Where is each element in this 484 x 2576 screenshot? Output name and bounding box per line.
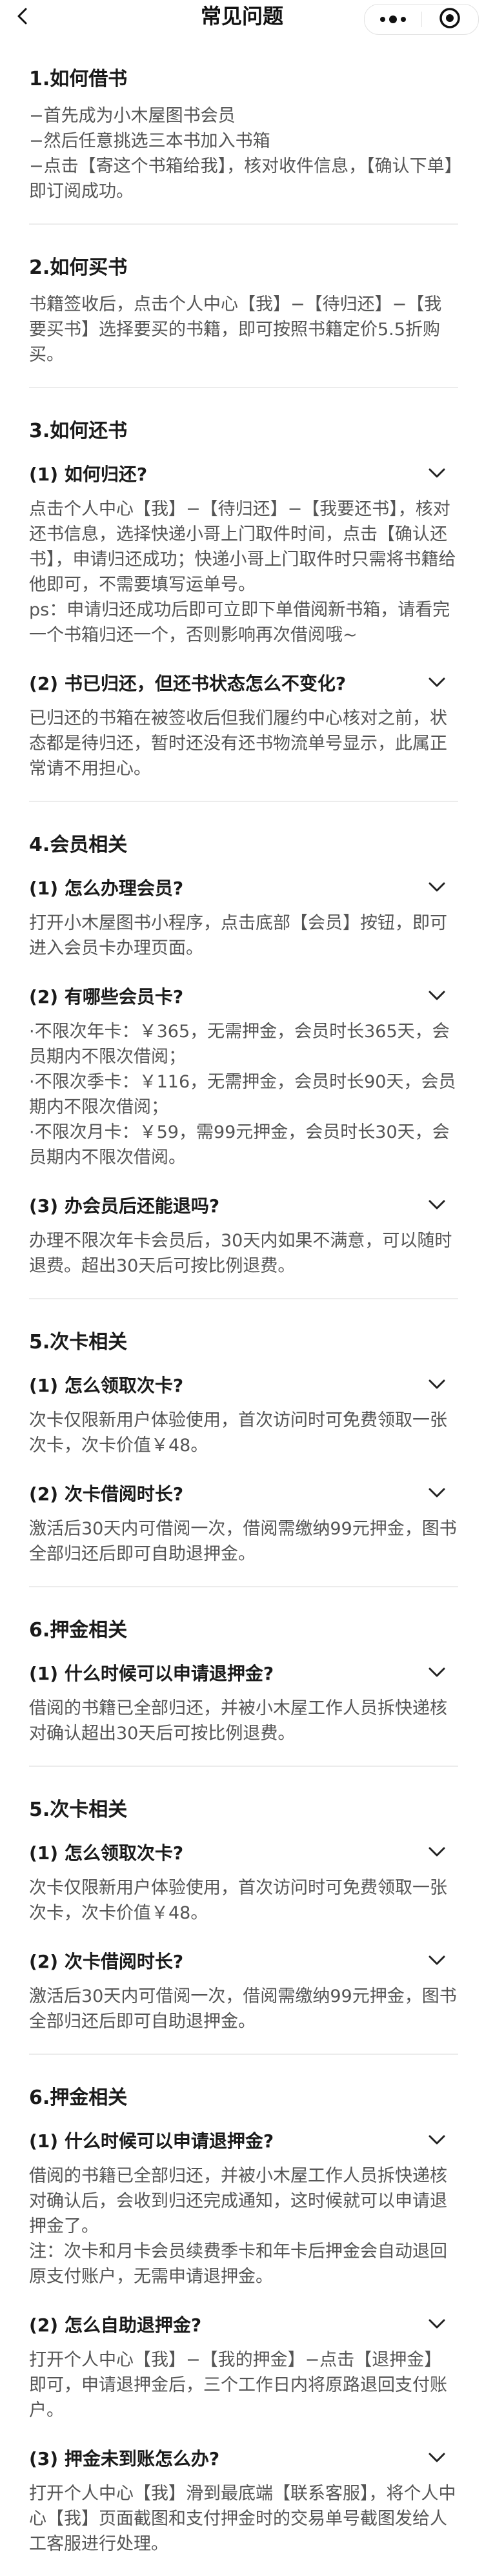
faq-section: 2.如何买书 书籍签收后，点击个人中心【我】−【待归还】−【我要买书】选择要买的…	[29, 225, 458, 388]
answer-text: ·不限次年卡：￥365，无需押金，会员时长365天，会员期内不限次借阅；	[29, 1022, 450, 1067]
chevron-down-icon	[429, 991, 445, 1000]
answer-text: 已归还的书箱在被签收后但我们履约中心核对之前，状态都是待归还，暂时还没有还书物流…	[29, 708, 447, 779]
answer-block: 点击个人中心【我】−【待归还】−【我要还书】，核对还书信息，选择快递小哥上门取件…	[29, 497, 458, 648]
more-dots-icon	[379, 14, 407, 26]
faq-section: 4.会员相关 (1) 怎么办理会员? 打开小木屋图书小程序，点击底部【会员】按钮…	[29, 802, 458, 1299]
answer-block: 办理不限次年卡会员后，30天内如果不满意，可以随时退费。超出30天后可按比例退费…	[29, 1228, 458, 1298]
section-title: 4.会员相关	[29, 834, 128, 856]
answer-text: ·不限次季卡：￥116，无需押金，会员时长90天，会员期内不限次借阅；	[29, 1072, 456, 1117]
section-body: 书籍签收后，点击个人中心【我】−【待归还】−【我要买书】选择要买的书籍，即可按照…	[29, 292, 458, 387]
question-row[interactable]: (1) 什么时候可以申请退押金?	[29, 2127, 458, 2153]
mini-program-capsule	[364, 4, 479, 35]
answer-block: 借阅的书籍已全部归还，并被小木屋工作人员拆快递核对确认超出30天后可按比例退费。	[29, 1696, 458, 1766]
answer-text: −首先成为小木屋图书会员	[29, 106, 236, 126]
chevron-down-icon	[429, 1847, 445, 1857]
chevron-down-icon	[429, 1488, 445, 1498]
answer-text: 打开小木屋图书小程序，点击底部【会员】按钮，即可进入会员卡办理页面。	[29, 913, 447, 958]
question-text: (2) 书已归还，但还书状态怎么不变化?	[29, 673, 347, 694]
chevron-down-icon	[429, 2453, 445, 2462]
question-text: (2) 怎么自助退押金?	[29, 2314, 202, 2336]
question-text: (1) 什么时候可以申请退押金?	[29, 1663, 274, 1684]
answer-text: ps：申请归还成功后即可立即下单借阅新书箱，请看完一个书箱归还一个，否则影响再次…	[29, 600, 450, 645]
question-row[interactable]: (2) 次卡借阅时长?	[29, 1480, 458, 1506]
faq-content: 1.如何借书 −首先成为小木屋图书会员 −然后任意挑选三本书加入书箱 −点击【寄…	[0, 32, 484, 2576]
close-circle-icon	[439, 7, 461, 32]
question-row[interactable]: (1) 怎么领取次卡?	[29, 1372, 458, 1397]
section-title: 5.次卡相关	[29, 1798, 128, 1821]
faq-section: 6.押金相关 (1) 什么时候可以申请退押金? 借阅的书籍已全部归还，并被小木屋…	[29, 1587, 458, 1767]
section-title: 6.押金相关	[29, 1619, 128, 1642]
question-text: (3) 办会员后还能退吗?	[29, 1195, 220, 1217]
navigation-bar: 常见问题	[0, 0, 484, 35]
chevron-down-icon	[429, 1667, 445, 1677]
question-row[interactable]: (3) 办会员后还能退吗?	[29, 1192, 458, 1218]
chevron-down-icon	[429, 882, 445, 892]
answer-text: −点击【寄这个书箱给我】，核对收件信息，【确认下单】即订阅成功。	[29, 156, 454, 201]
answer-block: 次卡仅限新用户体验使用，首次访问时可免费领取一张次卡，次卡价值￥48。	[29, 1408, 458, 1458]
answer-text: 书籍签收后，点击个人中心【我】−【待归还】−【我要买书】选择要买的书籍，即可按照…	[29, 294, 442, 365]
question-row[interactable]: (2) 书已归还，但还书状态怎么不变化?	[29, 670, 458, 696]
question-text: (1) 怎么办理会员?	[29, 878, 184, 899]
section-title: 5.次卡相关	[29, 1331, 128, 1354]
answer-text: 借阅的书籍已全部归还，并被小木屋工作人员拆快递核对确认超出30天后可按比例退费。	[29, 1698, 447, 1744]
question-text: (2) 次卡借阅时长?	[29, 1951, 184, 1972]
chevron-down-icon	[429, 1200, 445, 1210]
chevron-down-icon	[429, 2319, 445, 2329]
answer-text: 办理不限次年卡会员后，30天内如果不满意，可以随时退费。超出30天后可按比例退费…	[29, 1231, 452, 1276]
answer-text: 点击个人中心【我】−【待归还】−【我要还书】，核对还书信息，选择快递小哥上门取件…	[29, 499, 456, 595]
answer-block: 打开个人中心【我】滑到最底端【联系客服】，将个人中心【我】页面截图和支付押金时的…	[29, 2481, 458, 2576]
question-row[interactable]: (1) 怎么办理会员?	[29, 874, 458, 900]
faq-section: 5.次卡相关 (1) 怎么领取次卡? 次卡仅限新用户体验使用，首次访问时可免费领…	[29, 1767, 458, 2055]
question-row[interactable]: (1) 怎么领取次卡?	[29, 1839, 458, 1865]
question-row[interactable]: (2) 怎么自助退押金?	[29, 2311, 458, 2337]
chevron-down-icon	[429, 677, 445, 687]
chevron-down-icon	[429, 2135, 445, 2145]
chevron-down-icon	[429, 468, 445, 478]
answer-text: 打开个人中心【我】−【我的押金】−点击【退押金】即可，申请退押金后，三个工作日内…	[29, 2350, 447, 2420]
answer-text: 次卡仅限新用户体验使用，首次访问时可免费领取一张次卡，次卡价值￥48。	[29, 1410, 447, 1456]
answer-block: ·不限次年卡：￥365，无需押金，会员时长365天，会员期内不限次借阅； ·不限…	[29, 1019, 458, 1170]
answer-text: 注：次卡和月卡会员续费季卡和年卡后押金会自动退回原支付账户，无需申请退押金。	[29, 2241, 447, 2287]
chevron-down-icon	[429, 1379, 445, 1389]
question-row[interactable]: (2) 次卡借阅时长?	[29, 1948, 458, 1973]
answer-text: 次卡仅限新用户体验使用，首次访问时可免费领取一张次卡，次卡价值￥48。	[29, 1878, 447, 1923]
answer-block: 已归还的书箱在被签收后但我们履约中心核对之前，状态都是待归还，暂时还没有还书物流…	[29, 706, 458, 801]
answer-block: 打开小木屋图书小程序，点击底部【会员】按钮，即可进入会员卡办理页面。	[29, 911, 458, 961]
question-row[interactable]: (2) 有哪些会员卡?	[29, 983, 458, 1009]
question-text: (1) 怎么领取次卡?	[29, 1375, 184, 1396]
answer-block: 次卡仅限新用户体验使用，首次访问时可免费领取一张次卡，次卡价值￥48。	[29, 1875, 458, 1926]
question-text: (1) 怎么领取次卡?	[29, 1842, 184, 1864]
answer-text: 借阅的书籍已全部归还，并被小木屋工作人员拆快递核对确认后，会收到归还完成通知，这…	[29, 2166, 447, 2236]
question-text: (3) 押金未到账怎么办?	[29, 2448, 220, 2469]
faq-section: 1.如何借书 −首先成为小木屋图书会员 −然后任意挑选三本书加入书箱 −点击【寄…	[29, 32, 458, 225]
answer-block: 借阅的书籍已全部归还，并被小木屋工作人员拆快递核对确认后，会收到归还完成通知，这…	[29, 2163, 458, 2289]
faq-section: 6.押金相关 (1) 什么时候可以申请退押金? 借阅的书籍已全部归还，并被小木屋…	[29, 2055, 458, 2576]
answer-text: 激活后30天内可借阅一次，借阅需缴纳99元押金，图书全部归还后即可自助退押金。	[29, 1986, 457, 2032]
answer-text: 激活后30天内可借阅一次，借阅需缴纳99元押金，图书全部归还后即可自助退押金。	[29, 1519, 457, 1564]
question-text: (2) 次卡借阅时长?	[29, 1483, 184, 1505]
section-title: 2.如何买书	[29, 256, 128, 279]
faq-section: 5.次卡相关 (1) 怎么领取次卡? 次卡仅限新用户体验使用，首次访问时可免费领…	[29, 1299, 458, 1587]
answer-text: ·不限次月卡：￥59，需99元押金，会员时长30天，会员期内不限次借阅。	[29, 1122, 450, 1168]
question-row[interactable]: (3) 押金未到账怎么办?	[29, 2445, 458, 2471]
answer-block: 激活后30天内可借阅一次，借阅需缴纳99元押金，图书全部归还后即可自助退押金。	[29, 1516, 458, 1586]
section-title: 1.如何借书	[29, 68, 128, 90]
chevron-down-icon	[429, 1955, 445, 1965]
question-text: (2) 有哪些会员卡?	[29, 986, 184, 1007]
answer-text: −然后任意挑选三本书加入书箱	[29, 131, 270, 151]
section-body: −首先成为小木屋图书会员 −然后任意挑选三本书加入书箱 −点击【寄这个书箱给我】…	[29, 103, 458, 223]
question-row[interactable]: (1) 如何归还?	[29, 460, 458, 486]
answer-block: 打开个人中心【我】−【我的押金】−点击【退押金】即可，申请退押金后，三个工作日内…	[29, 2347, 458, 2423]
answer-block: 激活后30天内可借阅一次，借阅需缴纳99元押金，图书全部归还后即可自助退押金。	[29, 1984, 458, 2054]
question-row[interactable]: (1) 什么时候可以申请退押金?	[29, 1660, 458, 1685]
faq-section: 3.如何还书 (1) 如何归还? 点击个人中心【我】−【待归还】−【我要还书】，…	[29, 388, 458, 802]
section-title: 3.如何还书	[29, 420, 128, 442]
close-program-button[interactable]	[422, 5, 479, 34]
section-title: 6.押金相关	[29, 2087, 128, 2109]
question-text: (1) 如何归还?	[29, 464, 148, 485]
question-text: (1) 什么时候可以申请退押金?	[29, 2130, 274, 2152]
answer-text: 打开个人中心【我】滑到最底端【联系客服】，将个人中心【我】页面截图和支付押金时的…	[29, 2484, 456, 2554]
more-menu-button[interactable]	[365, 5, 421, 34]
